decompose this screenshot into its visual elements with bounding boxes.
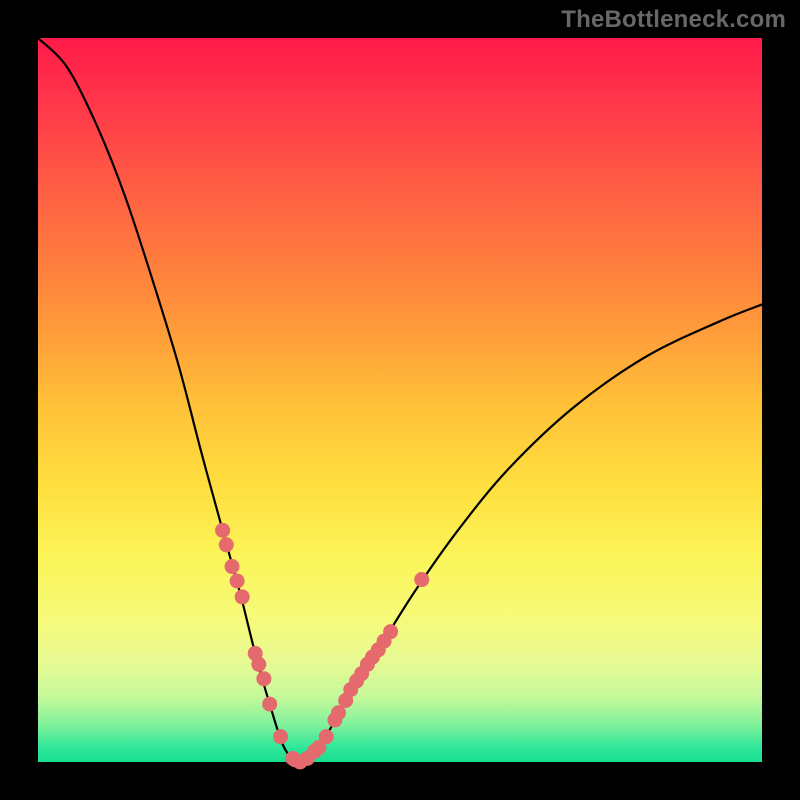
marker-point	[319, 729, 334, 744]
chart-root: { "watermark": "TheBottleneck.com", "col…	[0, 0, 800, 800]
marker-point	[262, 697, 277, 712]
bottleneck-curve	[38, 38, 762, 762]
highlighted-points-left	[215, 523, 326, 770]
marker-point	[414, 572, 429, 587]
watermark-text: TheBottleneck.com	[561, 6, 786, 34]
marker-point	[251, 657, 266, 672]
marker-point	[235, 589, 250, 604]
marker-point	[273, 729, 288, 744]
marker-point	[383, 624, 398, 639]
marker-point	[230, 574, 245, 589]
highlighted-points-right	[319, 572, 430, 744]
marker-point	[256, 671, 271, 686]
marker-point	[225, 559, 240, 574]
marker-point	[215, 523, 230, 538]
marker-point	[219, 537, 234, 552]
chart-svg	[38, 38, 762, 762]
